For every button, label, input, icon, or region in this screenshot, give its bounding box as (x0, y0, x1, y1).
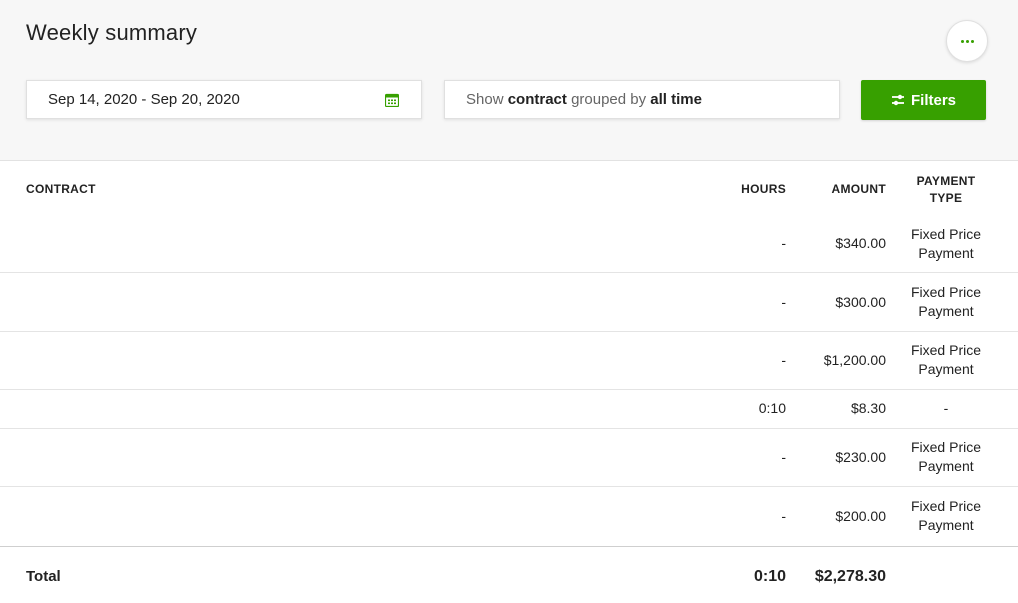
table-row[interactable]: 0:10 $8.30 - (0, 390, 1018, 429)
hours-cell: - (781, 235, 786, 251)
payment-type-cell: Fixed Price Payment (910, 284, 982, 319)
amount-cell: $340.00 (835, 235, 886, 251)
payment-type-cell: Fixed Price Payment (910, 226, 982, 261)
hours-cell: - (781, 508, 786, 524)
column-header-payment-type[interactable]: PAYMENT TYPE (896, 173, 996, 207)
group-period: all time (650, 91, 702, 108)
amount-cell: $8.30 (850, 400, 886, 416)
amount-cell: $200.00 (835, 508, 886, 524)
sliders-icon (891, 94, 904, 106)
total-hours: 0:10 (753, 568, 786, 585)
payment-type-cell: - (943, 400, 949, 416)
group-by-text: Show contract grouped by all time (466, 91, 702, 108)
hours-cell: - (781, 294, 786, 310)
filters-button[interactable]: Filters (861, 80, 986, 120)
date-range-picker[interactable]: Sep 14, 2020 - Sep 20, 2020 (26, 80, 422, 119)
more-options-button[interactable] (946, 20, 988, 62)
group-by-selector[interactable]: Show contract grouped by all time (444, 80, 840, 119)
group-field: contract (507, 91, 567, 108)
payment-type-cell: Fixed Price Payment (910, 439, 982, 474)
table-row[interactable]: - $1,200.00 Fixed Price Payment (0, 332, 1018, 390)
amount-cell: $1,200.00 (823, 352, 886, 368)
more-dots-icon (960, 39, 974, 43)
table-row[interactable]: - $300.00 Fixed Price Payment (0, 273, 1018, 332)
table-row[interactable]: - $200.00 Fixed Price Payment (0, 487, 1018, 546)
page-title: Weekly summary (26, 20, 198, 45)
total-label: Total (26, 568, 61, 585)
table-row[interactable]: - $340.00 Fixed Price Payment (0, 214, 1018, 273)
hours-cell: 0:10 (758, 400, 786, 416)
hours-cell: - (781, 449, 786, 465)
column-header-contract[interactable]: CONTRACT (26, 182, 96, 196)
payment-type-cell: Fixed Price Payment (910, 342, 982, 377)
total-amount: $2,278.30 (814, 568, 886, 585)
column-header-amount[interactable]: AMOUNT (832, 182, 886, 196)
payment-type-cell: Fixed Price Payment (910, 498, 982, 533)
summary-header: Weekly summary Sep 14, 2020 - Sep 20, 20… (0, 0, 1018, 161)
table-row[interactable]: - $230.00 Fixed Price Payment (0, 429, 1018, 487)
hours-cell: - (781, 352, 786, 368)
total-row: Total 0:10 $2,278.30 (0, 546, 1018, 603)
date-range-text: Sep 14, 2020 - Sep 20, 2020 (48, 91, 240, 108)
filters-label: Filters (910, 91, 956, 109)
amount-cell: $300.00 (835, 294, 886, 310)
amount-cell: $230.00 (835, 449, 886, 465)
calendar-icon (385, 93, 399, 107)
column-header-hours[interactable]: HOURS (741, 182, 786, 196)
